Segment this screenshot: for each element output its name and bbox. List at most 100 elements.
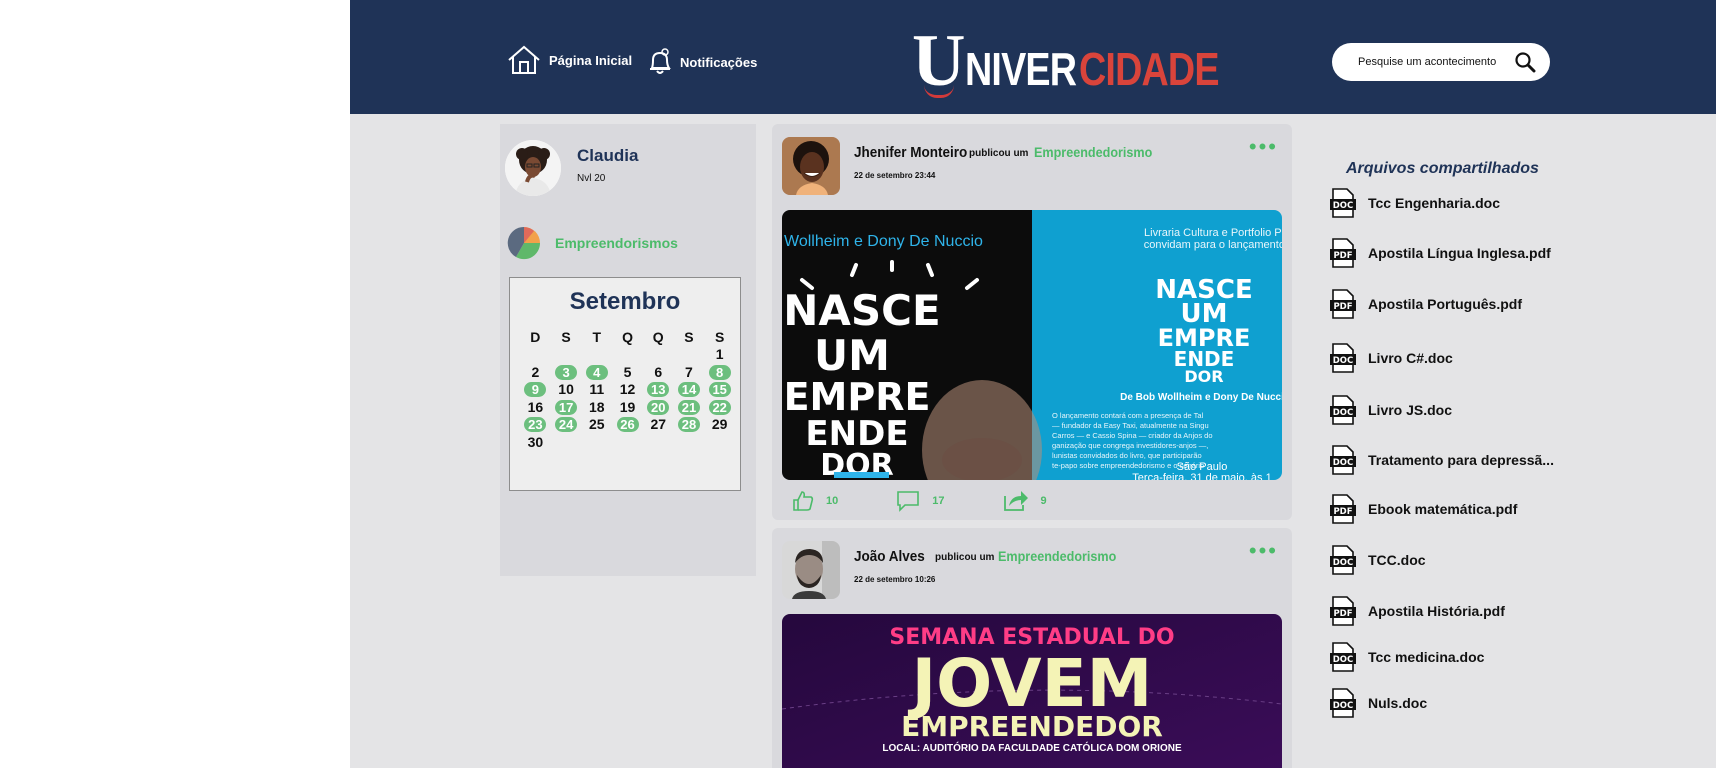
shared-file-item[interactable]: DOC Livro JS.doc: [1330, 395, 1452, 425]
shared-file-item[interactable]: DOC Tcc medicina.doc: [1330, 642, 1484, 672]
post-image[interactable]: Wollheim e Dony De Nuccio NASCE UM EMPRE…: [782, 210, 1282, 480]
interest-item[interactable]: Empreendorismos: [507, 226, 678, 260]
post-topic-link[interactable]: Empreendedorismo: [1034, 144, 1152, 160]
calendar-day-event[interactable]: 3: [555, 364, 578, 380]
calendar-day[interactable]: 29: [709, 417, 731, 432]
calendar-day[interactable]: 10: [555, 382, 577, 397]
calendar-cell: 28: [674, 416, 705, 433]
calendar-day-event[interactable]: 8: [708, 364, 731, 380]
calendar-day[interactable]: 12: [617, 382, 639, 397]
shared-file-item[interactable]: PDF Ebook matemática.pdf: [1330, 494, 1517, 524]
calendar-day-event[interactable]: 13: [647, 382, 670, 398]
post-options-menu[interactable]: •••: [1249, 134, 1278, 160]
calendar-week-row: 16 17 18 19 20 21 22: [520, 398, 735, 416]
calendar-cell: 20: [643, 399, 674, 415]
calendar-day[interactable]: 30: [524, 434, 546, 450]
calendar-cell: 11: [581, 381, 612, 397]
calendar-cell: 3: [551, 364, 582, 380]
search-icon[interactable]: [1514, 51, 1536, 73]
search-bar: [1332, 43, 1550, 81]
share-count: 9: [1040, 495, 1047, 507]
doc-file-icon: DOC: [1330, 642, 1356, 672]
pdf-file-icon: PDF: [1330, 494, 1356, 524]
svg-text:DOC: DOC: [1333, 558, 1354, 568]
calendar-day[interactable]: 19: [617, 399, 639, 415]
comment-button[interactable]: 17: [896, 490, 945, 512]
post-author[interactable]: João Alves: [854, 548, 925, 565]
calendar-cell: 6: [643, 364, 674, 380]
calendar-day-event[interactable]: 15: [708, 382, 731, 398]
univercidade-logo[interactable]: U NIVER CIDADE: [912, 20, 1249, 98]
calendar-day[interactable]: 25: [586, 417, 608, 432]
author-avatar-photo: [782, 137, 840, 195]
home-icon: [508, 45, 540, 74]
shared-file-name: Apostila História.pdf: [1368, 603, 1505, 619]
calendar-day-event[interactable]: 17: [555, 399, 578, 415]
svg-text:DOC: DOC: [1333, 655, 1354, 665]
shared-file-name: Tcc medicina.doc: [1368, 649, 1485, 665]
shared-file-name: Apostila Língua Inglesa.pdf: [1368, 245, 1551, 261]
avatar[interactable]: [782, 541, 840, 599]
svg-text:DOR: DOR: [1184, 367, 1223, 386]
calendar-day[interactable]: 18: [586, 399, 608, 415]
svg-text:Livraria Cultura e Portfolio P: Livraria Cultura e Portfolio Peng: [1144, 227, 1282, 239]
search-input[interactable]: [1358, 56, 1518, 68]
pie-chart-icon: [507, 226, 541, 260]
post-topic-link[interactable]: Empreendedorismo: [998, 548, 1116, 564]
avatar[interactable]: [782, 137, 840, 195]
calendar-day-event[interactable]: 26: [616, 417, 639, 433]
calendar-day[interactable]: 11: [586, 382, 608, 397]
calendar-day[interactable]: 27: [647, 417, 669, 432]
post-options-menu[interactable]: •••: [1249, 538, 1278, 564]
calendar-cell: 10: [551, 381, 582, 397]
calendar-week-row: 23 24 25 26 27 28 29: [520, 416, 735, 434]
post-author[interactable]: Jhenifer Monteiro: [854, 144, 967, 161]
calendar-day-event[interactable]: 28: [677, 417, 700, 433]
calendar-day-event[interactable]: 14: [677, 382, 700, 398]
like-button[interactable]: 10: [792, 490, 838, 512]
nav-notifications-link[interactable]: Notificações: [648, 48, 757, 76]
post-image[interactable]: SEMANA ESTADUAL DO JOVEM EMPREENDEDOR LO…: [782, 614, 1282, 768]
shared-file-item[interactable]: DOC Tcc Engenharia.doc: [1330, 188, 1500, 218]
calendar-day-event[interactable]: 22: [708, 399, 731, 415]
doc-file-icon: DOC: [1330, 688, 1356, 718]
calendar-day-event[interactable]: 21: [677, 399, 700, 415]
nav-home-link[interactable]: Página Inicial: [507, 45, 632, 75]
calendar-cell: 14: [674, 381, 705, 398]
calendar-day[interactable]: 7: [678, 364, 700, 380]
shared-file-item[interactable]: DOC Nuls.doc: [1330, 688, 1427, 718]
calendar-day[interactable]: 1: [709, 347, 731, 362]
calendar-day-event[interactable]: 24: [555, 417, 578, 433]
calendar-day-event[interactable]: 4: [585, 364, 608, 380]
calendar-day[interactable]: 5: [617, 364, 639, 380]
feed-post: Jhenifer Monteiro publicou um Empreended…: [772, 124, 1292, 520]
user-avatar-illustration: [505, 140, 561, 196]
shared-file-item[interactable]: DOC Livro C#.doc: [1330, 343, 1453, 373]
calendar-weekday: S: [684, 328, 694, 345]
calendar-month: Setembro: [569, 288, 681, 315]
calendar-day[interactable]: 6: [647, 364, 669, 380]
shared-file-item[interactable]: PDF Apostila Língua Inglesa.pdf: [1330, 238, 1551, 268]
shared-file-item[interactable]: DOC TCC.doc: [1330, 545, 1426, 575]
calendar-day[interactable]: 2: [524, 364, 546, 380]
shared-file-item[interactable]: PDF Apostila Português.pdf: [1330, 289, 1522, 319]
calendar-cell: 22: [704, 399, 735, 415]
post-action-text: publicou um: [969, 148, 1029, 159]
svg-text:NASCE: NASCE: [783, 286, 940, 335]
post-action-text: publicou um: [935, 552, 995, 563]
calendar-day-event[interactable]: 20: [647, 399, 670, 415]
svg-text:PDF: PDF: [1333, 507, 1352, 517]
calendar-day-event[interactable]: 23: [524, 417, 547, 433]
avatar[interactable]: [505, 140, 561, 196]
author-avatar-photo: [782, 541, 840, 599]
calendar-day[interactable]: 16: [524, 399, 546, 415]
calendar-cell: 19: [612, 399, 643, 415]
share-icon: [1003, 491, 1028, 511]
share-button[interactable]: 9: [1003, 490, 1047, 512]
calendar-day-event[interactable]: 9: [524, 382, 547, 398]
calendar-cell: 18: [581, 399, 612, 415]
shared-file-item[interactable]: PDF Apostila História.pdf: [1330, 596, 1505, 626]
bell-icon: [650, 48, 671, 74]
shared-file-item[interactable]: DOC Tratamento para depressã...: [1330, 445, 1554, 475]
svg-text:PDF: PDF: [1333, 609, 1352, 619]
